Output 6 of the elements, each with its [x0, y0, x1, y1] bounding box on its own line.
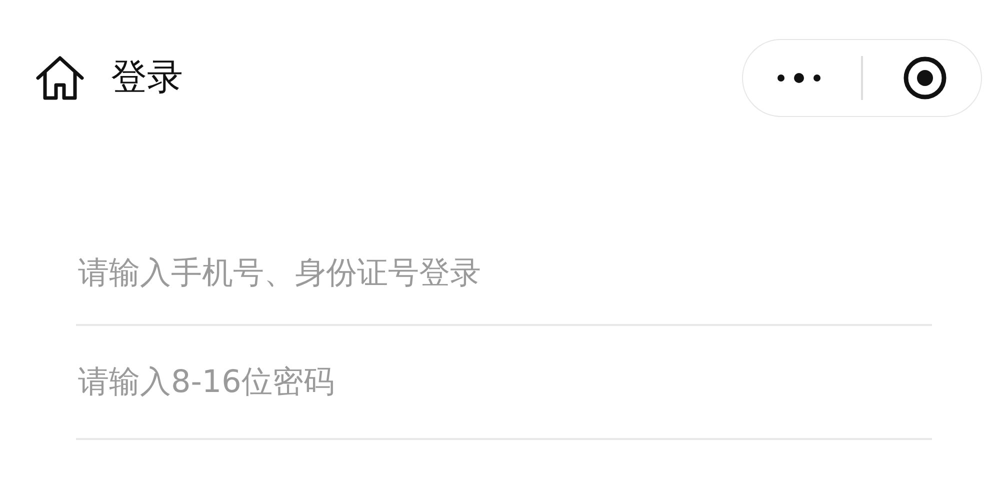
page-title: 登录	[111, 56, 184, 100]
more-icon[interactable]	[776, 72, 822, 84]
close-icon[interactable]	[902, 54, 948, 100]
account-field[interactable]: 请输入手机号、身份证号登录	[76, 155, 932, 326]
password-field[interactable]: 请输入8-16位密码	[76, 326, 932, 440]
home-icon[interactable]	[35, 54, 85, 100]
